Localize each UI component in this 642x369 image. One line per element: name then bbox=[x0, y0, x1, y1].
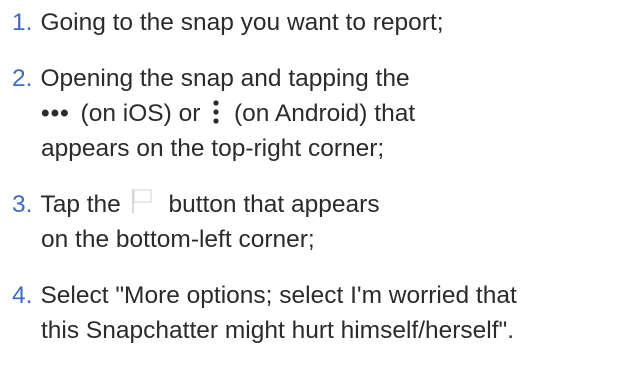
step-text: appears on the top-right corner; bbox=[41, 135, 385, 162]
step-2: 2. Opening the snap and tapping the ••• (… bbox=[12, 61, 640, 166]
more-horizontal-icon: ••• bbox=[41, 100, 70, 127]
step-text: Tap the bbox=[40, 191, 121, 218]
step-4: 4. Select "More options; select I'm worri… bbox=[12, 278, 640, 348]
report-steps-list: 1. Going to the snap you want to report; … bbox=[12, 5, 640, 369]
step-text: Going to the snap you want to report; bbox=[40, 9, 444, 36]
step-text: button that appears bbox=[168, 191, 380, 218]
step-text: on the bottom-left corner; bbox=[41, 226, 315, 253]
step-text: Opening the snap and tapping the bbox=[40, 65, 410, 92]
step-number: 1. bbox=[12, 9, 33, 36]
step-number: 3. bbox=[12, 191, 33, 218]
step-3: 3. Tap the button that appears on the bot… bbox=[12, 187, 640, 257]
step-number: 4. bbox=[12, 282, 33, 309]
step-text: (on iOS) or bbox=[80, 100, 201, 127]
flag-icon bbox=[131, 189, 152, 213]
step-number: 2. bbox=[12, 65, 33, 92]
step-text: Select "More options; select I'm worried… bbox=[40, 282, 517, 309]
step-1: 1. Going to the snap you want to report; bbox=[12, 5, 640, 40]
more-vertical-icon bbox=[213, 100, 219, 124]
step-text: (on Android) that bbox=[233, 100, 416, 127]
step-text: this Snapchatter might hurt himself/hers… bbox=[41, 317, 515, 344]
